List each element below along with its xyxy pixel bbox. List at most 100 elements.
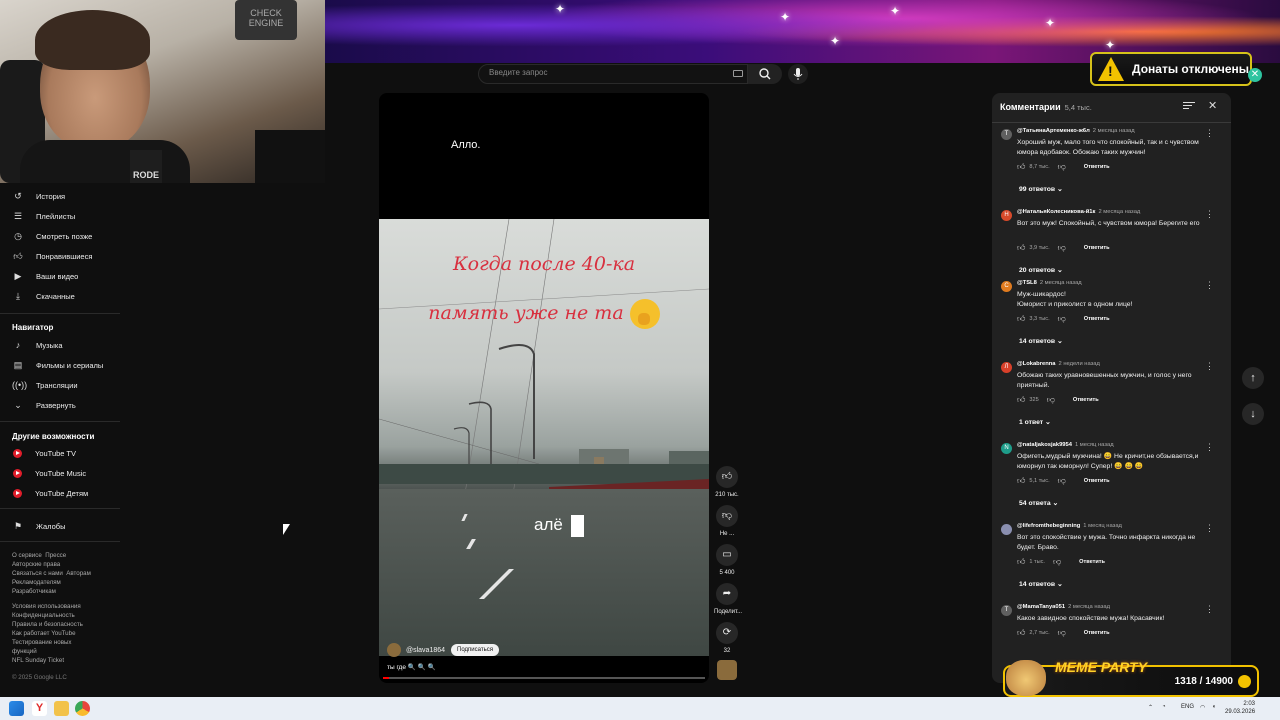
- footer-link[interactable]: Разработчикам: [12, 588, 56, 595]
- file-explorer-icon[interactable]: [54, 701, 69, 716]
- comment-author[interactable]: @НатальяКолесникова-й1к: [1017, 209, 1095, 215]
- sidebar-item-watch-later[interactable]: ◷ Смотреть позже: [0, 227, 120, 245]
- reply-button[interactable]: Ответить: [1084, 316, 1110, 322]
- view-replies-button[interactable]: 20 ответов ⌄: [1019, 266, 1063, 274]
- language-indicator[interactable]: ENG: [1181, 704, 1194, 710]
- comment-avatar[interactable]: С: [1001, 281, 1012, 292]
- footer-link[interactable]: NFL Sunday Ticket: [12, 657, 64, 664]
- yandex-browser-icon[interactable]: Y: [32, 701, 47, 716]
- volume-icon[interactable]: ◖: [1212, 704, 1216, 710]
- channel-name[interactable]: @slava1864: [406, 647, 445, 654]
- footer-link[interactable]: Связаться с нами: [12, 570, 63, 577]
- footer-link[interactable]: Авторские права: [12, 561, 60, 568]
- wifi-icon[interactable]: ◠: [1200, 704, 1205, 711]
- sidebar-item-expand[interactable]: ⌄ Развернуть: [0, 396, 120, 414]
- comment-avatar[interactable]: Л: [1001, 362, 1012, 373]
- previous-video-button[interactable]: ↑: [1242, 367, 1264, 389]
- view-replies-button[interactable]: 99 ответов ⌄: [1019, 185, 1063, 193]
- footer-link[interactable]: Конфиденциальность: [12, 612, 75, 619]
- keyboard-icon[interactable]: [733, 70, 743, 77]
- network-icon[interactable]: ◔: [1162, 704, 1166, 710]
- thumbs-up-icon[interactable]: 👍︎: [1017, 557, 1025, 567]
- thumbs-down-icon[interactable]: 👎︎: [1058, 314, 1066, 324]
- footer-link[interactable]: Условия использования: [12, 603, 81, 610]
- system-clock[interactable]: 2:03 29.03.2026: [1225, 700, 1255, 716]
- reply-button[interactable]: Ответить: [1084, 164, 1110, 170]
- comment-avatar[interactable]: N: [1001, 443, 1012, 454]
- view-replies-button[interactable]: 1 ответ ⌄: [1019, 418, 1051, 426]
- voice-search-button[interactable]: [788, 64, 808, 84]
- comment-author[interactable]: @TSL8: [1017, 280, 1037, 286]
- footer-link[interactable]: Авторам: [66, 570, 91, 577]
- sidebar-item-youtube-kids[interactable]: YouTube Детям: [0, 484, 120, 502]
- sidebar-item-playlists[interactable]: ☰ Плейлисты: [0, 207, 120, 225]
- comment-author[interactable]: @Lokabrenna: [1017, 361, 1056, 367]
- sidebar-item-report[interactable]: ⚑ Жалобы: [0, 517, 120, 535]
- thumbs-down-icon[interactable]: 👎︎: [1058, 243, 1066, 253]
- subscribe-button[interactable]: Подписаться: [451, 644, 499, 656]
- comment-avatar[interactable]: Т: [1001, 129, 1012, 140]
- thumbs-down-icon[interactable]: 👎︎: [1058, 476, 1066, 486]
- thumbs-up-icon[interactable]: 👍︎: [1017, 243, 1025, 253]
- like-button[interactable]: 👍︎ 210 тыс.: [714, 466, 740, 498]
- sidebar-item-music[interactable]: ♪ Музыка: [0, 336, 120, 354]
- share-button[interactable]: ➦ Поделит...: [714, 583, 742, 615]
- view-replies-button[interactable]: 14 ответов ⌄: [1019, 580, 1063, 588]
- windows-start-icon[interactable]: [9, 701, 24, 716]
- thumbs-up-icon[interactable]: 👍︎: [1017, 476, 1025, 486]
- shorts-video-player[interactable]: Алло. Когда после 40-ка память уже не та: [379, 93, 709, 683]
- reply-button[interactable]: Ответить: [1073, 397, 1099, 403]
- comment-avatar[interactable]: Т: [1001, 605, 1012, 616]
- thumbs-down-icon[interactable]: 👎︎: [1047, 395, 1055, 405]
- comment-avatar[interactable]: [1001, 524, 1012, 535]
- search-box[interactable]: [478, 64, 748, 84]
- sidebar-item-youtube-tv[interactable]: YouTube TV: [0, 444, 120, 462]
- search-input[interactable]: [489, 68, 719, 77]
- comment-author[interactable]: @ТатьянаАртеменко-ж6л: [1017, 128, 1090, 134]
- footer-link[interactable]: Как работает YouTube: [12, 630, 76, 637]
- thumbs-up-icon[interactable]: 👍︎: [1017, 395, 1025, 405]
- remix-button[interactable]: ⟳ 32: [714, 622, 740, 654]
- sidebar-item-downloads[interactable]: ⤓ Скачанные: [0, 287, 120, 305]
- footer-link[interactable]: Правила и безопасность: [12, 621, 83, 628]
- chevron-up-icon[interactable]: ⌃: [1148, 704, 1153, 711]
- thumbs-down-icon[interactable]: 👎︎: [1053, 557, 1061, 567]
- comment-author[interactable]: @lifefromthebeginning: [1017, 523, 1080, 529]
- comment-author[interactable]: @nataljakosjak9954: [1017, 442, 1072, 448]
- sidebar-item-youtube-music[interactable]: YouTube Music: [0, 464, 120, 482]
- next-video-button[interactable]: ↓: [1242, 403, 1264, 425]
- thumbs-up-icon[interactable]: 👍︎: [1017, 162, 1025, 172]
- video-description[interactable]: ты где 🔍 🔍 🔍: [387, 663, 436, 671]
- close-icon[interactable]: ✕: [1208, 99, 1217, 112]
- comment-author[interactable]: @MamaTanya051: [1017, 604, 1065, 610]
- close-icon[interactable]: ✕: [1248, 68, 1262, 82]
- reply-button[interactable]: Ответить: [1079, 559, 1105, 565]
- thumbs-down-icon[interactable]: 👎︎: [1058, 162, 1066, 172]
- sidebar-item-history[interactable]: ↺ История: [0, 187, 120, 205]
- footer-link[interactable]: О сервисе: [12, 552, 42, 559]
- chrome-icon[interactable]: [75, 701, 90, 716]
- reply-button[interactable]: Ответить: [1084, 630, 1110, 636]
- sidebar-item-movies[interactable]: ▤ Фильмы и сериалы: [0, 356, 120, 374]
- sidebar-item-liked[interactable]: 👍︎ Понравившиеся: [0, 247, 120, 265]
- sound-thumbnail[interactable]: [717, 660, 737, 680]
- reply-button[interactable]: Ответить: [1084, 478, 1110, 484]
- view-replies-button[interactable]: 14 ответов ⌄: [1019, 337, 1063, 345]
- thumbs-up-icon[interactable]: 👍︎: [1017, 628, 1025, 638]
- sidebar-item-live[interactable]: ((•)) Трансляции: [0, 376, 120, 394]
- video-progress-bar[interactable]: [383, 677, 705, 679]
- reply-button[interactable]: Ответить: [1084, 245, 1110, 251]
- sidebar-item-your-videos[interactable]: ▶ Ваши видео: [0, 267, 120, 285]
- search-button[interactable]: [748, 64, 782, 84]
- dislike-button[interactable]: 👎︎ Не ...: [714, 505, 740, 537]
- channel-avatar[interactable]: [387, 643, 401, 657]
- sort-icon[interactable]: [1183, 102, 1195, 112]
- view-replies-button[interactable]: 54 ответа ⌄: [1019, 499, 1058, 507]
- footer-link[interactable]: Тестирование новых функций: [12, 638, 90, 656]
- footer-link[interactable]: Прессе: [45, 552, 66, 559]
- comments-button[interactable]: ▭ 5 400: [714, 544, 740, 576]
- comment-avatar[interactable]: Н: [1001, 210, 1012, 221]
- thumbs-down-icon[interactable]: 👎︎: [1058, 628, 1066, 638]
- thumbs-up-icon[interactable]: 👍︎: [1017, 314, 1025, 324]
- footer-link[interactable]: Рекламодателям: [12, 579, 61, 586]
